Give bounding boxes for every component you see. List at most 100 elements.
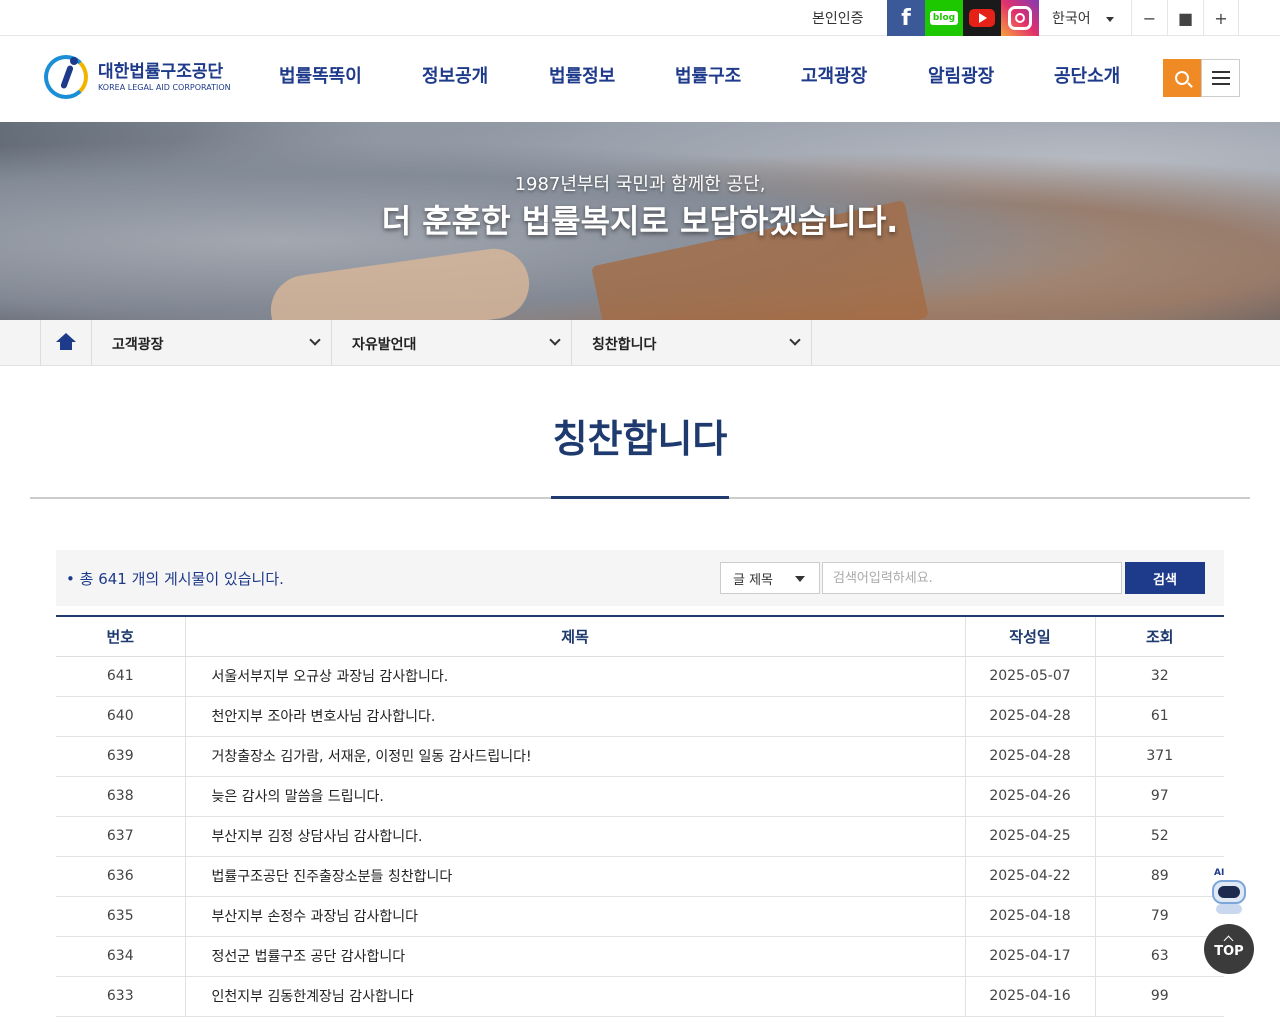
- row-date: 2025-04-22: [964, 856, 1095, 897]
- caret-down-icon: [795, 576, 805, 582]
- row-number: 633: [56, 976, 185, 1017]
- row-views: 52: [1094, 816, 1224, 857]
- nav-item-customer-plaza[interactable]: 고객광장: [801, 62, 867, 88]
- row-title-cell: 늦은 감사의 말씀을 드립니다.: [184, 776, 965, 817]
- logo-mark-icon: [44, 55, 88, 99]
- breadcrumb-home[interactable]: [40, 320, 92, 366]
- breadcrumb-depth3-label: 칭찬합니다: [592, 337, 657, 353]
- search-field-value: 글 제목: [733, 573, 774, 588]
- blog-icon-label: blog: [929, 11, 959, 25]
- nav-item-about[interactable]: 공단소개: [1054, 62, 1120, 88]
- row-title-link[interactable]: 정선군 법률구조 공단 감사합니다: [212, 949, 406, 965]
- table-row: 635 부산지부 손정수 과장님 감사합니다 2025-04-18 79: [56, 896, 1224, 937]
- instagram-icon[interactable]: [1001, 0, 1039, 36]
- chevron-down-icon: [549, 334, 561, 346]
- blog-icon[interactable]: blog: [925, 0, 963, 36]
- search-button[interactable]: 검색: [1125, 562, 1205, 594]
- robot-icon: [1212, 880, 1246, 904]
- scroll-to-top-button[interactable]: TOP: [1204, 924, 1254, 974]
- row-title-cell: 정선군 법률구조 공단 감사합니다: [184, 936, 965, 977]
- column-header-title: 제목: [184, 615, 965, 657]
- hamburger-line: [1211, 77, 1230, 79]
- row-views: 32: [1094, 656, 1224, 697]
- table-row: 636 법률구조공단 진주출장소분들 칭찬합니다 2025-04-22 89: [56, 856, 1224, 897]
- table-row: 641 서울서부지부 오규상 과장님 감사합니다. 2025-05-07 32: [56, 656, 1224, 697]
- row-number: 641: [56, 656, 185, 697]
- row-title-link[interactable]: 늦은 감사의 말씀을 드립니다.: [212, 789, 384, 805]
- row-number: 637: [56, 816, 185, 857]
- zoom-out-button[interactable]: −: [1131, 0, 1167, 36]
- identity-verification-link[interactable]: 본인인증: [812, 8, 864, 28]
- breadcrumb-depth2[interactable]: 자유발언대: [332, 320, 572, 366]
- chevron-down-icon: [309, 334, 321, 346]
- breadcrumb: 고객광장 자유발언대 칭찬합니다: [0, 320, 1280, 366]
- row-title-link[interactable]: 부산지부 김정 상담사님 감사합니다.: [212, 829, 423, 845]
- site-search-button[interactable]: [1163, 59, 1201, 97]
- nav-item-legal-info[interactable]: 법률정보: [549, 62, 615, 88]
- row-date: 2025-04-16: [964, 976, 1095, 1017]
- table-row: 633 인천지부 김동한계장님 감사합니다 2025-04-16 99: [56, 976, 1224, 1017]
- row-date: 2025-04-18: [964, 896, 1095, 937]
- row-title-link[interactable]: 인천지부 김동한계장님 감사합니다: [212, 989, 414, 1005]
- table-row: 638 늦은 감사의 말씀을 드립니다. 2025-04-26 97: [56, 776, 1224, 817]
- row-views: 89: [1094, 856, 1224, 897]
- instagram-camera-icon: [1008, 6, 1032, 30]
- table-header-row: 번호 제목 작성일 조회: [56, 615, 1224, 657]
- column-header-views: 조회: [1094, 615, 1224, 657]
- breadcrumb-depth1[interactable]: 고객광장: [92, 320, 332, 366]
- top-label: TOP: [1214, 944, 1244, 959]
- table-row: 639 거창출장소 김가람, 서재운, 이정민 일동 감사드립니다! 2025-04…: [56, 736, 1224, 777]
- search-input[interactable]: [822, 562, 1122, 594]
- row-number: 640: [56, 696, 185, 737]
- row-title-link[interactable]: 천안지부 조아라 변호사님 감사합니다.: [212, 709, 436, 725]
- board-search-bar: • 총 641 개의 게시물이 있습니다. 글 제목 검색: [56, 550, 1224, 606]
- site-logo[interactable]: 대한법률구조공단 KOREA LEGAL AID CORPORATION: [44, 53, 244, 103]
- search-icon: [1175, 71, 1189, 85]
- ai-label: AI: [1214, 868, 1225, 878]
- row-title-cell: 천안지부 조아라 변호사님 감사합니다.: [184, 696, 965, 737]
- row-title-cell: 거창출장소 김가람, 서재운, 이정민 일동 감사드립니다!: [184, 736, 965, 777]
- row-title-cell: 부산지부 손정수 과장님 감사합니다: [184, 896, 965, 937]
- row-number: 639: [56, 736, 185, 777]
- nav-item-legal-aid[interactable]: 법률구조: [675, 62, 741, 88]
- row-title-link[interactable]: 서울서부지부 오규상 과장님 감사합니다.: [212, 669, 449, 685]
- table-row: 640 천안지부 조아라 변호사님 감사합니다. 2025-04-28 61: [56, 696, 1224, 737]
- chevron-down-icon: [789, 334, 801, 346]
- row-title-link[interactable]: 법률구조공단 진주출장소분들 칭찬합니다: [212, 869, 453, 885]
- row-date: 2025-04-17: [964, 936, 1095, 977]
- nav-item-notice-plaza[interactable]: 알림광장: [928, 62, 994, 88]
- hamburger-line: [1211, 83, 1230, 85]
- row-views: 97: [1094, 776, 1224, 817]
- zoom-reset-button[interactable]: ■: [1167, 0, 1203, 36]
- breadcrumb-depth3[interactable]: 칭찬합니다: [572, 320, 812, 366]
- banner-subtitle: 1987년부터 국민과 함께한 공단,: [514, 174, 766, 195]
- language-selector[interactable]: 한국어: [1052, 8, 1091, 28]
- table-row: 637 부산지부 김정 상담사님 감사합니다. 2025-04-25 52: [56, 816, 1224, 857]
- row-title-cell: 법률구조공단 진주출장소분들 칭찬합니다: [184, 856, 965, 897]
- table-body: 641 서울서부지부 오규상 과장님 감사합니다. 2025-05-07 32 640 천…: [56, 656, 1224, 1017]
- youtube-icon[interactable]: [963, 0, 1001, 36]
- row-title-link[interactable]: 부산지부 손정수 과장님 감사합니다: [212, 909, 419, 925]
- row-number: 636: [56, 856, 185, 897]
- ai-chatbot-button[interactable]: AI: [1206, 868, 1252, 916]
- row-date: 2025-04-28: [964, 736, 1095, 777]
- title-underline: [551, 496, 729, 499]
- row-views: 79: [1094, 896, 1224, 937]
- facebook-icon[interactable]: f: [887, 0, 925, 36]
- all-menu-button[interactable]: [1201, 59, 1240, 97]
- youtube-play-icon: [969, 9, 995, 27]
- row-title-cell: 부산지부 김정 상담사님 감사합니다.: [184, 816, 965, 857]
- row-number: 634: [56, 936, 185, 977]
- row-title-link[interactable]: 거창출장소 김가람, 서재운, 이정민 일동 감사드립니다!: [212, 749, 532, 765]
- search-field-select[interactable]: 글 제목: [720, 562, 820, 594]
- row-views: 61: [1094, 696, 1224, 737]
- logo-text-korean: 대한법률구조공단: [98, 62, 224, 82]
- nav-item-info-disclosure[interactable]: 정보공개: [422, 62, 488, 88]
- nav-item-legal-smart[interactable]: 법률똑똑이: [279, 62, 362, 88]
- home-icon: [56, 333, 76, 351]
- banner-headline: 더 훈훈한 법률복지로 보답하겠습니다.: [381, 202, 899, 240]
- zoom-in-button[interactable]: +: [1203, 0, 1239, 36]
- logo-text-english: KOREA LEGAL AID CORPORATION: [98, 83, 231, 92]
- row-title-cell: 서울서부지부 오규상 과장님 감사합니다.: [184, 656, 965, 697]
- breadcrumb-depth2-label: 자유발언대: [352, 337, 417, 353]
